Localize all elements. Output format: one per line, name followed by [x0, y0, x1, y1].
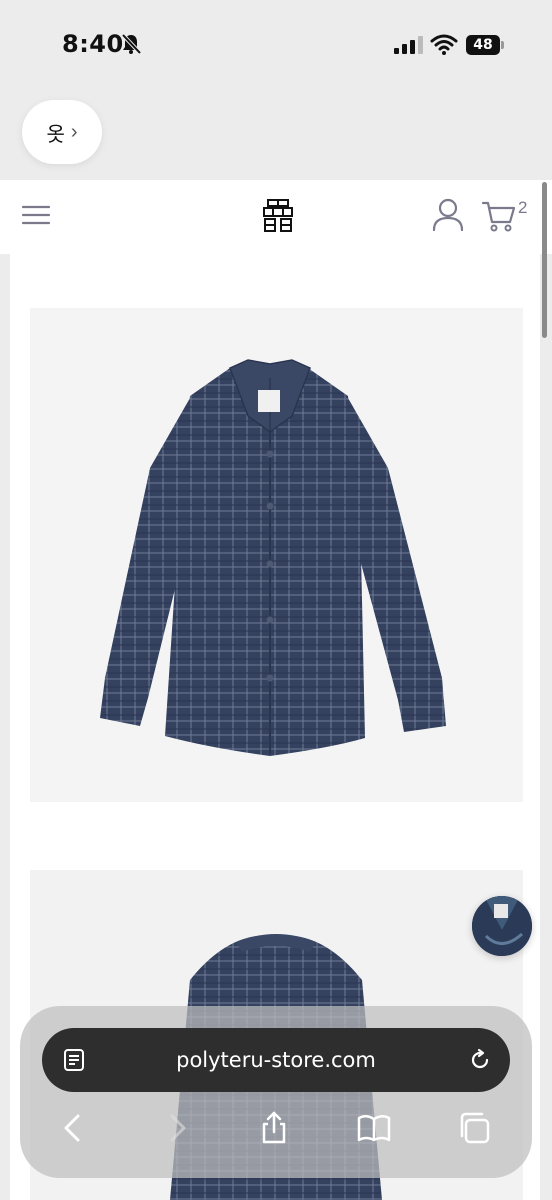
jeans-thumbnail-icon	[472, 896, 532, 956]
back-icon[interactable]	[56, 1110, 92, 1146]
wifi-icon	[430, 34, 458, 55]
share-icon[interactable]	[256, 1110, 292, 1146]
user-icon[interactable]	[432, 198, 464, 232]
page-scrollbar[interactable]	[542, 182, 547, 338]
cart-icon[interactable]	[482, 200, 516, 232]
bookmarks-icon[interactable]	[356, 1110, 392, 1146]
browser-toolbar: polyteru-store.com	[20, 1006, 532, 1178]
chevron-right-icon: ›	[70, 120, 78, 143]
shirt-image	[100, 359, 446, 756]
forward-icon	[170, 1114, 186, 1142]
status-time: 8:40	[62, 30, 124, 58]
battery-level: 48	[466, 35, 500, 55]
app-pill-label: 옷	[46, 121, 65, 146]
reload-icon[interactable]	[468, 1048, 492, 1072]
battery-icon: 48	[466, 35, 504, 55]
logo-icon[interactable]	[262, 198, 294, 234]
cart-count-badge: 2	[518, 198, 528, 217]
battery-cap	[501, 41, 504, 49]
back-to-app-pill[interactable]: 옷 ›	[22, 100, 102, 164]
floating-product-thumbnail[interactable]	[472, 896, 532, 956]
reader-icon[interactable]	[62, 1048, 86, 1072]
url-text[interactable]: polyteru-store.com	[42, 1028, 510, 1092]
bell-slash-icon	[121, 33, 142, 55]
status-bar: 8:40 48	[0, 0, 552, 92]
menu-icon[interactable]	[22, 204, 50, 226]
address-bar[interactable]: polyteru-store.com	[42, 1028, 510, 1092]
signal-icon	[394, 36, 423, 54]
product-image-main[interactable]	[30, 308, 523, 802]
tabs-icon[interactable]	[456, 1110, 492, 1146]
site-header: 2	[0, 180, 552, 254]
